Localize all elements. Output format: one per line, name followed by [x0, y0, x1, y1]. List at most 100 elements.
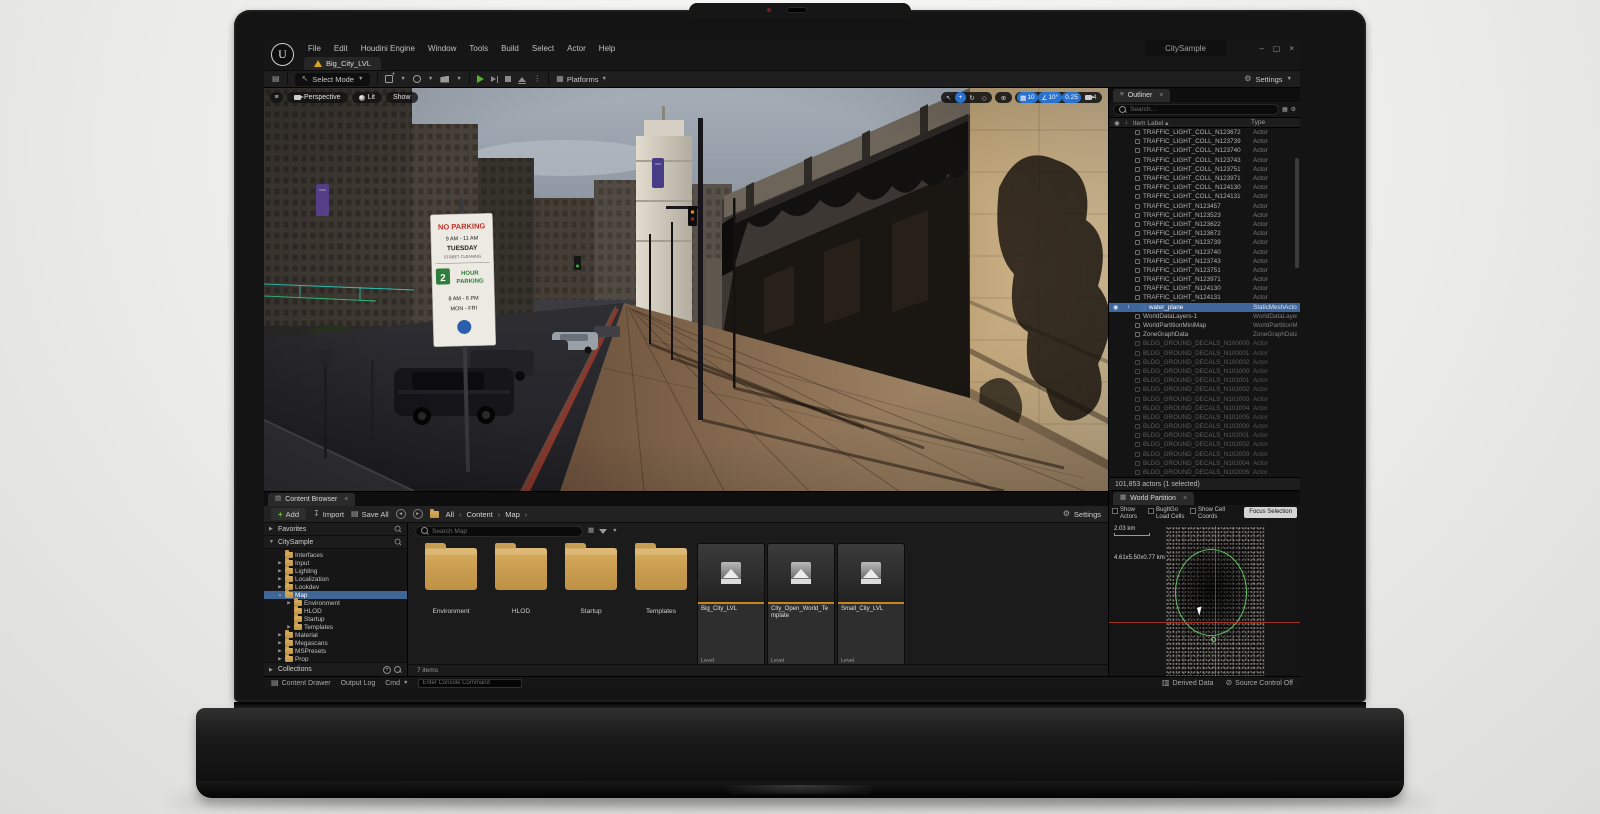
search-icon[interactable] [395, 526, 402, 533]
eye-column-icon[interactable]: ◉ [1114, 119, 1120, 127]
expand-arrow-icon[interactable]: ▶ [277, 632, 283, 638]
bugitgo-checkbox[interactable]: BugItGo Load Cells [1148, 507, 1186, 520]
tree-item-startup[interactable]: Startup [264, 615, 407, 623]
outliner-row[interactable]: ◉↓water_planeStaticMeshActor [1109, 303, 1300, 312]
search-icon[interactable] [395, 539, 402, 546]
expand-arrow-icon[interactable]: ▶ [277, 576, 283, 582]
asset-card[interactable]: Small_City_LVLLevel [838, 544, 904, 664]
outliner-tab[interactable]: ≡ Outliner × [1113, 89, 1170, 102]
outliner-row[interactable]: TRAFFIC_LIGHT_COLL_N124131Actor [1109, 192, 1300, 201]
outliner-row[interactable]: TRAFFIC_LIGHT_N123971Actor [1109, 275, 1300, 284]
collections-section[interactable]: ▶ Collections + [264, 662, 407, 676]
unreal-logo-icon[interactable]: U [271, 43, 294, 66]
frame-skip-button[interactable] [491, 76, 499, 83]
save-icon[interactable]: ▤ [272, 75, 280, 83]
menu-item-help[interactable]: Help [599, 44, 615, 53]
menu-item-actor[interactable]: Actor [567, 44, 586, 53]
outliner-search-input[interactable] [1130, 106, 1273, 113]
rotate-tool-icon[interactable]: ↻ [966, 92, 978, 103]
menu-item-houdini-engine[interactable]: Houdini Engine [361, 44, 415, 53]
expand-arrow-icon[interactable]: ▶ [277, 584, 283, 590]
outliner-row[interactable]: TRAFFIC_LIGHT_N123751Actor [1109, 266, 1300, 275]
outliner-search[interactable] [1113, 104, 1279, 115]
tree-item-prop[interactable]: ▶Prop [264, 655, 407, 662]
outliner-row[interactable]: BLDG_GROUND_DECALS_N100002 (UrActor [1109, 358, 1300, 367]
outliner-row[interactable]: BLDG_GROUND_DECALS_N100001 (UrActor [1109, 349, 1300, 358]
import-button[interactable]: ↧ Import [313, 510, 344, 519]
add-actor-icon[interactable] [385, 75, 393, 83]
menu-item-edit[interactable]: Edit [334, 44, 348, 53]
coord-space-toggle[interactable]: ⊕ [995, 92, 1011, 103]
outliner-row[interactable]: TRAFFIC_LIGHT_COLL_N123740Actor [1109, 146, 1300, 155]
cinematics-icon[interactable] [440, 76, 449, 83]
menu-item-tools[interactable]: Tools [469, 44, 488, 53]
outliner-row[interactable]: BLDG_GROUND_DECALS_N102000 (UrActor [1109, 422, 1300, 431]
folder-tile[interactable]: Templates [628, 544, 694, 615]
lit-dropdown[interactable]: Lit [352, 92, 382, 103]
grid-snap-toggle[interactable]: ▦10 [1017, 92, 1038, 103]
outliner-row[interactable]: BLDG_GROUND_DECALS_N101003 (UrActor [1109, 394, 1300, 403]
close-icon[interactable]: × [1159, 92, 1163, 99]
back-button[interactable]: ◂ [396, 509, 406, 519]
breadcrumb-item[interactable]: All [446, 510, 454, 519]
move-tool-icon[interactable]: + [955, 92, 966, 103]
maximize-button[interactable]: ▢ [1273, 44, 1281, 53]
outliner-row[interactable]: BLDG_GROUND_DECALS_N101001 (UrActor [1109, 376, 1300, 385]
perspective-dropdown[interactable]: Perspective [287, 92, 348, 103]
pin-icon[interactable]: ↓ [1127, 304, 1138, 310]
level-viewport[interactable]: NO PARKING 9 AM - 11 AM TUESDAY STREET C… [264, 88, 1108, 491]
camera-speed-control[interactable]: 4 [1081, 92, 1100, 103]
minimize-button[interactable]: – [1259, 44, 1263, 53]
outliner-row[interactable]: BLDG_GROUND_DECALS_N102001 (UrActor [1109, 431, 1300, 440]
content-browser-tab[interactable]: ▤ Content Browser × [268, 493, 355, 506]
outliner-row[interactable]: BLDG_GROUND_DECALS_N102003 (UrActor [1109, 450, 1300, 459]
folder-tile[interactable]: Environment [418, 544, 484, 615]
outliner-row[interactable]: ZoneGraphDataZoneGraphData [1109, 330, 1300, 339]
outliner-row[interactable]: TRAFFIC_LIGHT_N124130Actor [1109, 284, 1300, 293]
console-command-input[interactable] [422, 680, 518, 686]
breadcrumb-item[interactable]: Content [467, 510, 493, 519]
show-dropdown[interactable]: Show [386, 92, 418, 103]
breadcrumb-item[interactable]: Map [505, 510, 520, 519]
favorites-section[interactable]: ▶ Favorites [264, 523, 407, 536]
forward-button[interactable]: ▸ [413, 509, 423, 519]
expand-arrow-icon[interactable]: ▶ [286, 600, 292, 606]
asset-card[interactable]: City_Open_World_TemplateLevel [768, 544, 834, 664]
close-icon[interactable]: × [1183, 495, 1187, 502]
content-drawer-button[interactable]: ▤ Content Drawer [271, 679, 331, 687]
outliner-row[interactable]: TRAFFIC_LIGHT_N123672Actor [1109, 229, 1300, 238]
outliner-row[interactable]: BLDG_GROUND_DECALS_N101005 (UrActor [1109, 413, 1300, 422]
expand-arrow-icon[interactable]: ▼ [277, 593, 283, 598]
cmd-dropdown[interactable]: Cmd▼ [385, 680, 408, 687]
settings-dropdown[interactable]: ⚙ Settings ▼ [1244, 75, 1292, 84]
output-log-button[interactable]: Output Log [341, 680, 376, 687]
expand-arrow-icon[interactable]: ▶ [277, 560, 283, 566]
outliner-row[interactable]: TRAFFIC_LIGHT_N123740Actor [1109, 247, 1300, 256]
outliner-row[interactable]: BLDG_GROUND_DECALS_N102004 (UrActor [1109, 459, 1300, 468]
outliner-row[interactable]: TRAFFIC_LIGHT_N124131Actor [1109, 293, 1300, 302]
close-button[interactable]: × [1289, 44, 1294, 53]
menu-item-select[interactable]: Select [532, 44, 554, 53]
outliner-row[interactable]: TRAFFIC_LIGHT_COLL_N123971Actor [1109, 174, 1300, 183]
cb-settings-dropdown[interactable]: ⚙ Settings [1063, 510, 1101, 519]
tree-item-environment[interactable]: ▶Environment [264, 599, 407, 607]
outliner-row[interactable]: BLDG_GROUND_DECALS_N101004 (UrActor [1109, 404, 1300, 413]
outliner-row[interactable]: BLDG_GROUND_DECALS_N102005 (UrActor [1109, 468, 1300, 477]
asset-search[interactable] [415, 526, 583, 537]
sort-funnel-icon[interactable] [599, 529, 607, 534]
menu-item-file[interactable]: File [308, 44, 321, 53]
filter-icon[interactable]: ▦ [588, 528, 594, 535]
minimap[interactable] [1165, 525, 1265, 676]
outliner-row[interactable]: BLDG_GROUND_DECALS_N100000 (UrActor [1109, 339, 1300, 348]
outliner-row[interactable]: WorldPartitionMiniMapWorldPartitionMin [1109, 321, 1300, 330]
pin-column-icon[interactable]: ↓ [1125, 119, 1128, 126]
outliner-row[interactable]: TRAFFIC_LIGHT_COLL_N123751Actor [1109, 165, 1300, 174]
show-actors-checkbox[interactable]: Show Actors [1112, 507, 1144, 520]
level-tab[interactable]: Big_City_LVL [304, 57, 381, 70]
outliner-row[interactable]: TRAFFIC_LIGHT_N123743Actor [1109, 257, 1300, 266]
asset-card[interactable]: Big_City_LVLLevel [698, 544, 764, 664]
focus-selection-button[interactable]: Focus Selection [1244, 507, 1297, 518]
console-command-box[interactable] [418, 679, 522, 688]
eye-icon[interactable]: ◉ [1113, 304, 1124, 311]
expand-arrow-icon[interactable]: ▶ [277, 640, 283, 646]
